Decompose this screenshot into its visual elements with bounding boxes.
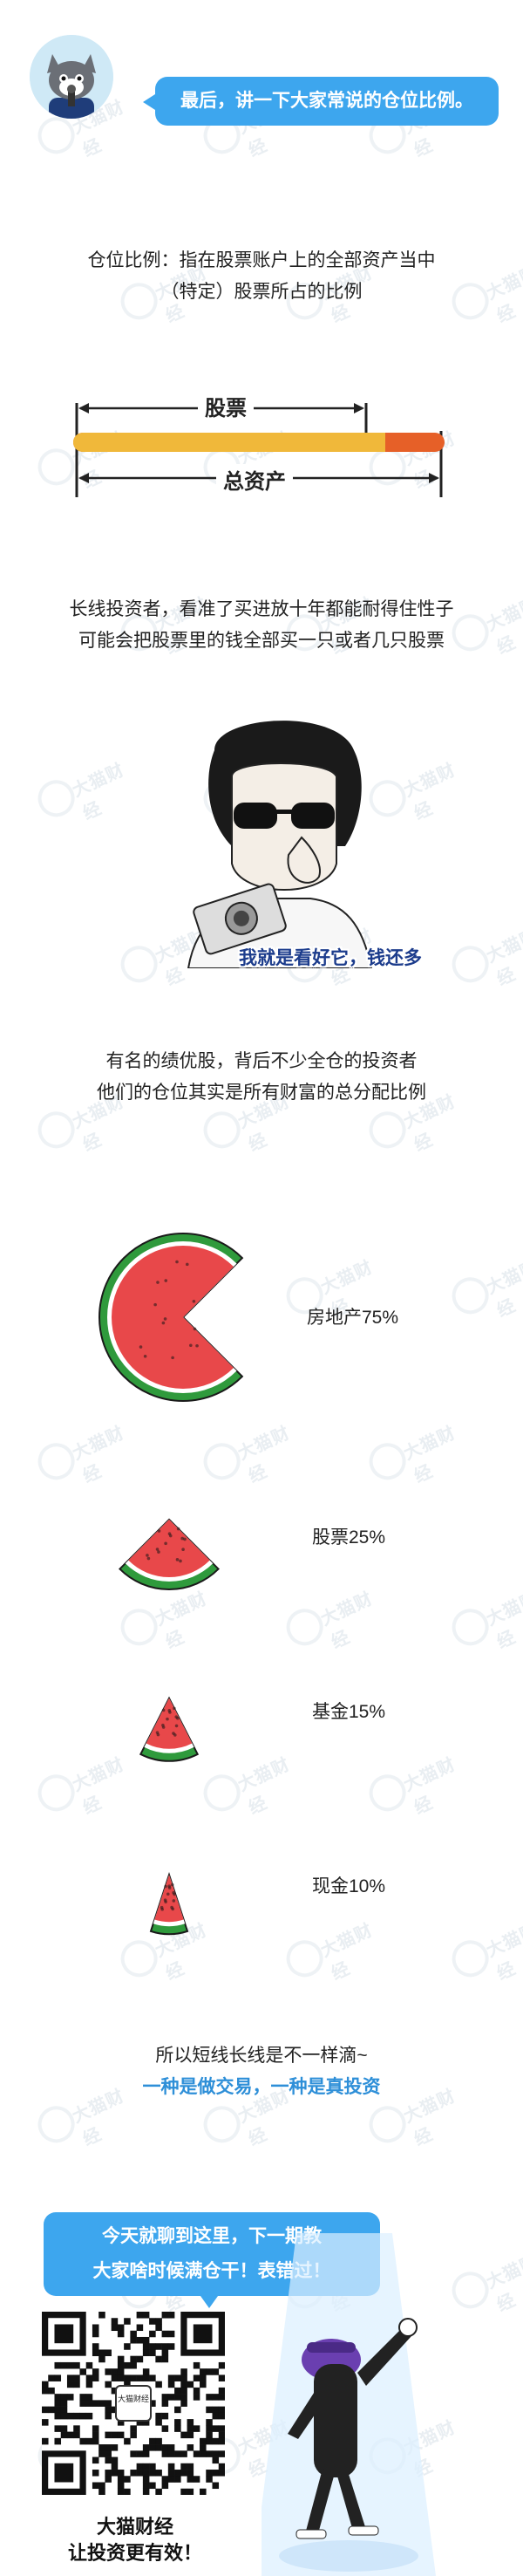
stock-bar bbox=[73, 433, 385, 452]
blue-chip-line-2: 他们的仓位其实是所有财富的总分配比例 bbox=[97, 1083, 426, 1103]
man-with-sunglasses-camera-illustration bbox=[187, 721, 373, 968]
summary-line-1: 所以短线长线是不一样滴~ bbox=[155, 2046, 368, 2066]
brand-block: 大猫财经 让投资更有效！ bbox=[0, 2514, 270, 2566]
long-term-line-1: 长线投资者，看准了买进放十年都能耐得住性子 bbox=[69, 599, 454, 619]
long-term-line-2: 可能会把股票里的钱全部买一只或者几只股票 bbox=[78, 631, 445, 651]
allocation-watermelon-slices bbox=[98, 1233, 244, 1936]
total-assets-label: 总资产 bbox=[216, 464, 293, 495]
watermelon-slice-3 bbox=[139, 1696, 200, 1762]
qr-logo: 大猫财经 bbox=[115, 2385, 152, 2422]
position-ratio-bar-diagram bbox=[73, 403, 445, 497]
definition-line-2: （特定）股票所占的比例 bbox=[160, 282, 363, 302]
watermark-logo: 大猫财经 bbox=[363, 749, 465, 823]
blue-chip-line-1: 有名的绩优股，背后不少全仓的投资者 bbox=[105, 1051, 418, 1071]
brand-name: 大猫财经 bbox=[96, 2516, 173, 2538]
qr-code-icon: 大猫财经 bbox=[42, 2312, 226, 2496]
cat-avatar-icon bbox=[30, 35, 113, 119]
definition-line-1: 仓位比例：指在股票账户上的全部资产当中 bbox=[87, 250, 436, 270]
allocation-label-real-estate: 房地产75% bbox=[307, 1308, 399, 1328]
watermark-logo: 大猫财经 bbox=[445, 915, 523, 989]
allocation-label-cash: 现金10% bbox=[312, 1876, 386, 1896]
intro-speech-bubble: 最后，讲一下大家常说的仓位比例。 bbox=[143, 77, 499, 126]
allocation-label-stock: 股票25% bbox=[312, 1527, 386, 1548]
watermelon-slice-4 bbox=[149, 1871, 189, 1936]
watermark-logo: 大猫财经 bbox=[31, 749, 134, 823]
illustration-caption: 我就是看好它，钱还多 bbox=[239, 948, 422, 968]
watermelon-slice-1 bbox=[98, 1233, 244, 1402]
stock-bar-label: 股票 bbox=[198, 391, 254, 421]
brand-slogan: 让投资更有效！ bbox=[67, 2542, 202, 2564]
dancing-cat-mascot-icon bbox=[262, 2233, 436, 2576]
allocation-label-fund: 基金15% bbox=[312, 1702, 386, 1722]
watermelon-slice-2 bbox=[119, 1518, 220, 1590]
summary-line-2: 一种是做交易，一种是真投资 bbox=[142, 2077, 381, 2097]
